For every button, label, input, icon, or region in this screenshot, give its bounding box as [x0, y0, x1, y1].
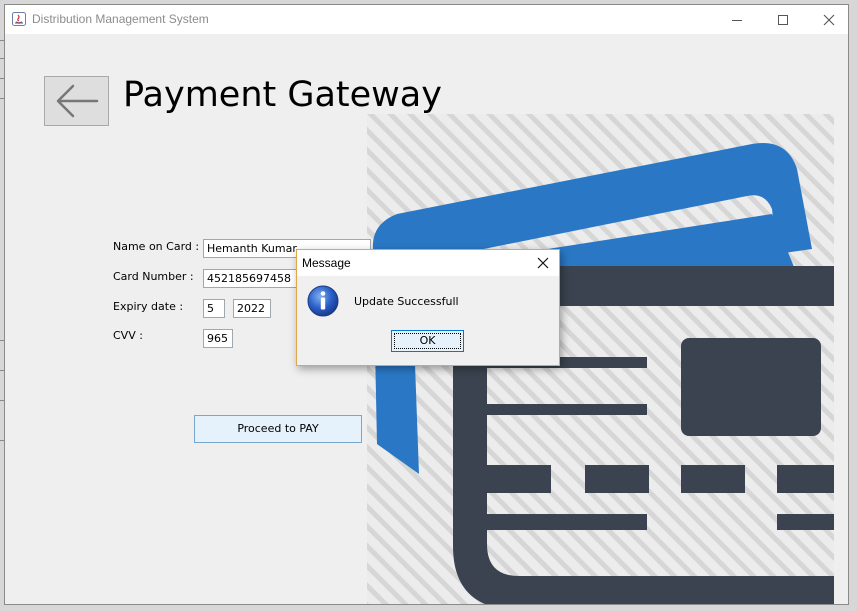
info-icon [307, 285, 339, 317]
card-number-label: Card Number : [113, 270, 194, 283]
cvv-input[interactable]: 965 [203, 329, 233, 348]
arrow-left-icon [56, 84, 98, 118]
back-button[interactable] [44, 76, 109, 126]
close-button[interactable] [806, 5, 848, 34]
close-icon [823, 14, 835, 25]
dialog-title-bar[interactable]: Message [297, 250, 559, 276]
minimize-icon [732, 19, 742, 21]
title-bar[interactable]: Distribution Management System [5, 5, 848, 34]
dialog-message: Update Successfull [354, 295, 459, 308]
maximize-icon [778, 14, 788, 25]
ok-button[interactable]: OK [391, 330, 464, 352]
message-dialog: Message Update Successfull OK [296, 249, 560, 366]
proceed-to-pay-button[interactable]: Proceed to PAY [194, 415, 362, 443]
window-title: Distribution Management System [32, 12, 209, 26]
expiry-year-input[interactable]: 2022 [233, 299, 271, 318]
close-icon[interactable] [535, 255, 551, 271]
java-app-icon [12, 12, 26, 26]
dialog-title: Message [302, 256, 351, 270]
expiry-label: Expiry date : [113, 300, 184, 313]
name-label: Name on Card : [113, 240, 200, 253]
cvv-label: CVV : [113, 329, 143, 342]
page-title: Payment Gateway [123, 75, 442, 115]
maximize-button[interactable] [760, 5, 806, 34]
expiry-month-input[interactable]: 5 [203, 299, 225, 318]
minimize-button[interactable] [714, 5, 760, 34]
